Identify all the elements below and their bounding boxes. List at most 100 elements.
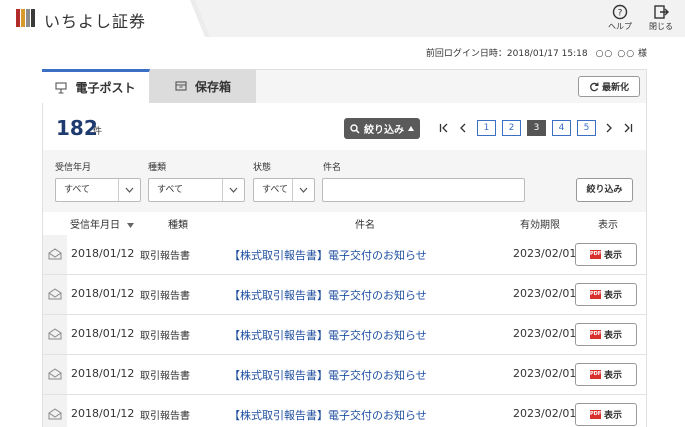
page-button-4[interactable]: 4 (552, 120, 571, 136)
envelope-icon (48, 408, 62, 420)
chevron-down-icon (292, 179, 314, 201)
row-expire: 2023/02/01 (513, 367, 577, 380)
row-date: 2018/01/12 (71, 247, 135, 260)
row-expire: 2023/02/01 (513, 327, 577, 340)
filter-toggle-button[interactable]: 絞り込み (344, 118, 420, 139)
mail-cell (43, 355, 67, 394)
table-row[interactable]: 2018/01/12 取引報告書 【株式取引報告書】電子交付のお知らせ 2023… (43, 355, 646, 395)
view-label: 表示 (603, 371, 622, 381)
state-label: 状態 (253, 163, 272, 173)
received-month-label: 受信年月 (55, 163, 92, 173)
view-button[interactable]: PDF 表示 (575, 283, 637, 306)
result-count: 182 (56, 116, 98, 140)
tab-electronic-post[interactable]: 電子ポスト (42, 69, 150, 103)
table-row[interactable]: 2018/01/12 取引報告書 【株式取引報告書】電子交付のお知らせ 2023… (43, 275, 646, 315)
caret-up-icon (408, 126, 414, 131)
chevron-down-icon (118, 179, 140, 201)
help-button[interactable]: ? ヘルプ (604, 4, 636, 32)
kind-select[interactable]: すべて (148, 178, 245, 202)
row-title-link[interactable]: 【株式取引報告書】電子交付のお知らせ (229, 367, 427, 383)
row-kind: 取引報告書 (140, 291, 190, 302)
apply-filter-button[interactable]: 絞り込み (576, 178, 633, 202)
state-select[interactable]: すべて (253, 178, 315, 202)
name-label: 件名 (323, 163, 342, 173)
first-page-icon[interactable] (436, 120, 452, 136)
mail-cell (43, 395, 67, 427)
mail-cell (43, 315, 67, 354)
logout-icon (654, 5, 669, 19)
received-month-value: すべて (64, 185, 91, 195)
chevron-down-icon (222, 179, 244, 201)
row-kind: 取引報告書 (140, 331, 190, 342)
state-value: すべて (262, 185, 289, 195)
view-button[interactable]: PDF 表示 (575, 363, 637, 386)
view-label: 表示 (603, 331, 622, 341)
table-row[interactable]: 2018/01/12 取引報告書 【株式取引報告書】電子交付のお知らせ 2023… (43, 395, 646, 427)
pdf-icon: PDF (589, 410, 602, 419)
table-row[interactable]: 2018/01/12 取引報告書 【株式取引報告書】電子交付のお知らせ 2023… (43, 235, 646, 275)
honorific: 様 (637, 49, 647, 59)
envelope-icon (48, 368, 62, 380)
envelope-icon (48, 248, 62, 260)
column-header-date[interactable]: 受信年月日 (70, 216, 135, 231)
search-icon (350, 123, 360, 134)
pdf-icon: PDF (589, 250, 602, 259)
pdf-icon: PDF (589, 330, 602, 339)
row-date: 2018/01/12 (71, 327, 135, 340)
tab-storage-box[interactable]: 保存箱 (150, 69, 256, 103)
next-page-icon[interactable] (601, 120, 617, 136)
page-button-3-current[interactable]: 3 (527, 120, 546, 136)
post-icon (55, 81, 68, 94)
pdf-icon: PDF (589, 370, 602, 379)
close-label: 閉じる (649, 22, 673, 31)
tab-label: 電子ポスト (75, 81, 136, 95)
column-header-kind: 種類 (168, 220, 188, 231)
refresh-label: 最新化 (601, 83, 629, 93)
view-button[interactable]: PDF 表示 (575, 243, 637, 266)
tab-label: 保存箱 (194, 79, 231, 94)
logo-icon (16, 9, 38, 27)
kind-label: 種類 (148, 163, 167, 173)
page-button-2[interactable]: 2 (502, 120, 521, 136)
pdf-icon: PDF (589, 290, 602, 299)
help-icon: ? (612, 4, 628, 20)
name-search-input[interactable] (322, 178, 525, 202)
user-name: ○○ ○○ (595, 49, 636, 59)
view-label: 表示 (603, 251, 622, 261)
close-button[interactable]: 閉じる (645, 4, 677, 32)
row-kind: 取引報告書 (140, 371, 190, 382)
help-label: ヘルプ (608, 22, 632, 31)
received-month-select[interactable]: すべて (55, 178, 141, 202)
page-button-1[interactable]: 1 (477, 120, 496, 136)
last-login-info: 前回ログイン日時：2018/01/17 15:18 ○○ ○○ 様 (426, 46, 647, 59)
row-title-link[interactable]: 【株式取引報告書】電子交付のお知らせ (229, 327, 427, 343)
envelope-icon (48, 288, 62, 300)
refresh-icon (590, 82, 599, 91)
last-page-icon[interactable] (620, 120, 636, 136)
kind-value: すべて (157, 185, 184, 195)
view-label: 表示 (603, 411, 622, 421)
view-button[interactable]: PDF 表示 (575, 403, 637, 426)
row-expire: 2023/02/01 (513, 407, 577, 420)
row-expire: 2023/02/01 (513, 247, 577, 260)
envelope-icon (48, 328, 62, 340)
row-date: 2018/01/12 (71, 287, 135, 300)
row-title-link[interactable]: 【株式取引報告書】電子交付のお知らせ (229, 287, 427, 303)
page-button-5[interactable]: 5 (577, 120, 596, 136)
logo-text: いちよし証券 (44, 12, 147, 31)
row-title-link[interactable]: 【株式取引報告書】電子交付のお知らせ (229, 247, 427, 263)
svg-text:?: ? (618, 9, 623, 19)
row-kind: 取引報告書 (140, 411, 190, 422)
view-button[interactable]: PDF 表示 (575, 323, 637, 346)
column-header-expire: 有効期限 (520, 220, 560, 231)
result-count-unit: 件 (93, 127, 103, 137)
column-header-date-label: 受信年月日 (70, 220, 120, 231)
mail-cell (43, 235, 67, 274)
table-row[interactable]: 2018/01/12 取引報告書 【株式取引報告書】電子交付のお知らせ 2023… (43, 315, 646, 355)
view-label: 表示 (603, 291, 622, 301)
filter-toggle-label: 絞り込み (364, 125, 404, 136)
refresh-button[interactable]: 最新化 (578, 76, 640, 97)
column-header-view: 表示 (598, 220, 618, 231)
prev-page-icon[interactable] (455, 120, 471, 136)
row-title-link[interactable]: 【株式取引報告書】電子交付のお知らせ (229, 407, 427, 423)
